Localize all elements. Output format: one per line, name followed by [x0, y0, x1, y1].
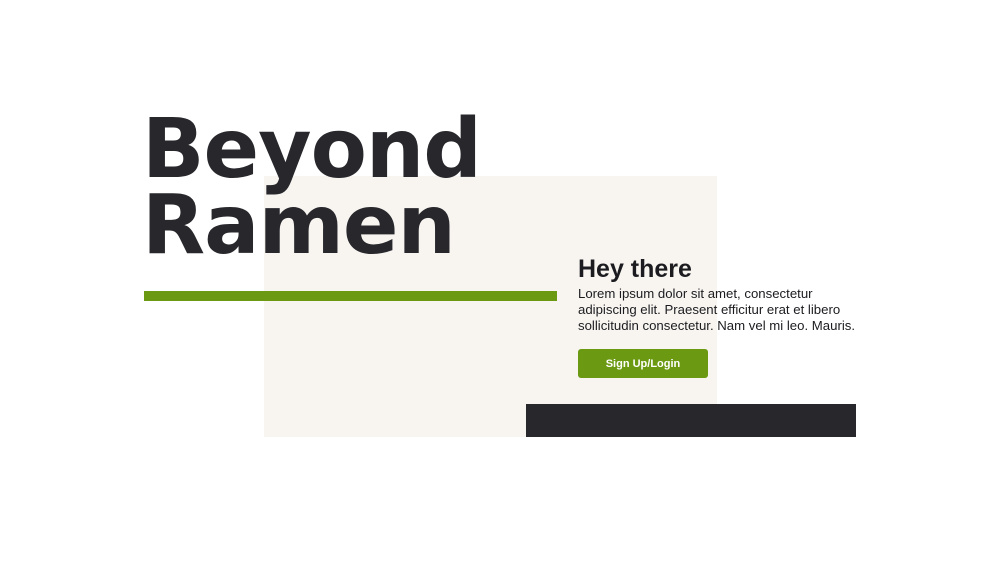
card-body-text: Lorem ipsum dolor sit amet, consectetur …	[578, 286, 856, 333]
hero-title-line-1: Beyond	[142, 102, 482, 197]
hero-title-line-2: Ramen	[142, 178, 456, 273]
dark-accent-bar	[526, 404, 856, 437]
sign-up-login-button[interactable]: Sign Up/Login	[578, 349, 708, 378]
card-heading: Hey there	[578, 255, 692, 283]
hero-title: Beyond Ramen	[142, 102, 482, 273]
green-divider-rule	[144, 291, 557, 301]
welcome-card: Hey there Lorem ipsum dolor sit amet, co…	[578, 254, 868, 334]
